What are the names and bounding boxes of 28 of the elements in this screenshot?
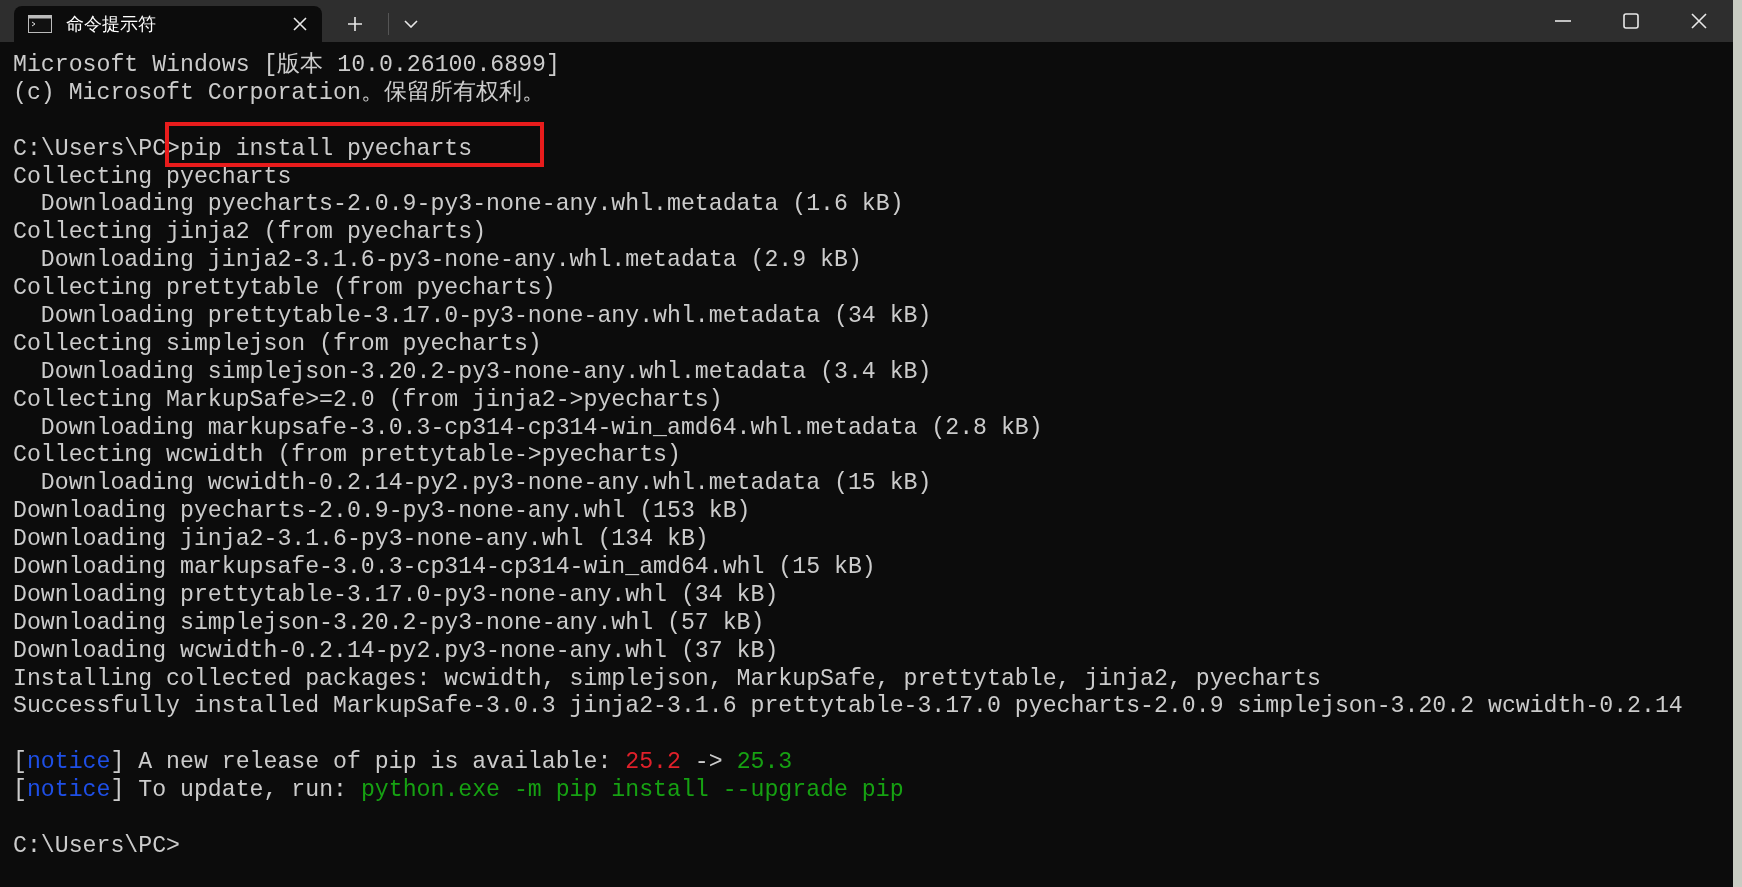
output-line: Collecting pyecharts — [13, 163, 293, 192]
output-line: Installing collected packages: wcwidth, simplejson, MarkupSafe, prettytable, jinja2, pyecharts — [13, 665, 1322, 694]
tab-title: 命令提示符 — [66, 12, 157, 36]
output-line: Collecting MarkupSafe>=2.0 (from jinja2->pyecharts) — [13, 386, 724, 415]
output-line: Successfully installed MarkupSafe-3.0.3 jinja2-3.1.6 prettytable-3.17.0 pyecharts-2.0.9 simplejson-3.20.2 wcwidth-0.2.14 — [13, 693, 1684, 722]
output-line: Downloading prettytable-3.17.0-py3-none-any.whl (34 kB) — [13, 581, 780, 610]
prompt-line: C:\Users\PC> — [13, 832, 181, 861]
output-line: Downloading simplejson-3.20.2-py3-none-any.whl.metadata (3.4 kB) — [39, 358, 933, 387]
output-line: Downloading markupsafe-3.0.3-cp314-cp314-win_amd64.whl (15 kB) — [13, 554, 877, 582]
output-line: [notice] A new release of pip is available: 25.2 -> 25.3 — [13, 749, 794, 778]
output-line: (c) Microsoft Corporation。保留所有权利。 — [13, 79, 546, 108]
output-line: Downloading pyecharts-2.0.9-py3-none-any.whl (153 kB) — [13, 498, 752, 527]
output-line: Collecting prettytable (from pyecharts) — [13, 275, 557, 303]
output-line: Collecting wcwidth (from prettytable->pyecharts) — [13, 442, 682, 471]
output-line: Collecting jinja2 (from pyecharts) — [13, 219, 488, 248]
output-line: Downloading jinja2-3.1.6-py3-none-any.whl.metadata (2.9 kB) — [39, 247, 863, 276]
tab[interactable]: 命令提示符 — [14, 6, 322, 42]
output-line: Downloading markupsafe-3.0.3-cp314-cp314-win_amd64.whl.metadata (2.8 kB) — [39, 414, 1044, 443]
output-line: Collecting simplejson (from pyecharts) — [13, 330, 543, 359]
output-line: Downloading wcwidth-0.2.14-py2.py3-none-any.whl (37 kB) — [13, 637, 780, 666]
output-line: Downloading simplejson-3.20.2-py3-none-any.whl (57 kB) — [13, 609, 766, 638]
output-line: Downloading prettytable-3.17.0-py3-none-any.whl.metadata (34 kB) — [39, 303, 933, 331]
output-line: Microsoft Windows [版本 10.0.26100.6899] — [13, 52, 561, 80]
terminal-icon — [28, 15, 52, 33]
output-line: [notice] To update, run: python.exe -m pip install --upgrade pip — [13, 777, 905, 806]
output-line: Downloading wcwidth-0.2.14-py2.py3-none-any.whl.metadata (15 kB) — [39, 470, 933, 499]
output-line: Downloading jinja2-3.1.6-py3-none-any.whl (134 kB) — [13, 526, 710, 555]
output-line: Downloading pyecharts-2.0.9-py3-none-any.whl.metadata (1.6 kB) — [39, 191, 905, 220]
